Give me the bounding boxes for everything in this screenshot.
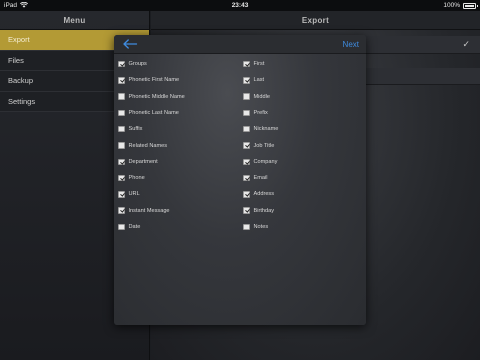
status-time: 23:43 xyxy=(231,2,249,9)
option-phone[interactable]: Phone xyxy=(118,172,145,184)
option-date[interactable]: Date xyxy=(118,221,140,233)
checkbox[interactable] xyxy=(243,158,250,166)
option-label: Date xyxy=(128,224,141,230)
checkbox[interactable] xyxy=(243,60,250,68)
option-label: Middle xyxy=(253,93,270,100)
option-phonetic-last-name[interactable]: Phonetic Last Name xyxy=(118,107,179,119)
battery-icon xyxy=(463,2,478,9)
option-company[interactable]: Company xyxy=(243,156,277,168)
option-notes[interactable]: Notes xyxy=(243,221,268,233)
option-label: Phonetic Last Name xyxy=(128,109,179,116)
option-last[interactable]: Last xyxy=(243,74,264,86)
option-middle[interactable]: Middle xyxy=(243,91,270,103)
sidebar-title: Menu xyxy=(0,11,149,30)
option-label: Last xyxy=(253,77,265,84)
option-address[interactable]: Address xyxy=(243,188,274,200)
option-phonetic-middle-name[interactable]: Phonetic Middle Name xyxy=(118,91,185,103)
option-department[interactable]: Department xyxy=(118,156,158,168)
option-suffix[interactable]: Suffix xyxy=(118,123,142,135)
option-related-names[interactable]: Related Names xyxy=(118,140,167,152)
dialog-toolbar: Next xyxy=(114,35,366,54)
status-bar: iPad 23:43 100% xyxy=(0,0,480,11)
checkbox[interactable] xyxy=(243,174,250,182)
option-phonetic-first-name[interactable]: Phonetic First Name xyxy=(118,74,179,86)
checkbox[interactable] xyxy=(243,142,250,149)
device-name: iPad xyxy=(4,2,18,9)
option-label: Phonetic First Name xyxy=(128,77,180,84)
option-label: Nickname xyxy=(253,126,279,133)
checkbox[interactable] xyxy=(118,109,125,117)
checkbox[interactable] xyxy=(243,191,250,198)
option-label: Notes xyxy=(253,224,269,230)
checkbox[interactable] xyxy=(243,223,250,231)
option-label: First xyxy=(253,61,265,67)
option-label: Phone xyxy=(128,175,145,182)
option-label: Address xyxy=(253,191,275,198)
option-label: Company xyxy=(253,158,278,165)
option-label: Instant Message xyxy=(128,207,170,214)
option-label: Related Names xyxy=(128,142,168,149)
option-job-title[interactable]: Job Title xyxy=(243,140,274,152)
checkbox[interactable] xyxy=(118,158,125,166)
option-birthday[interactable]: Birthday xyxy=(243,205,274,217)
option-prefix[interactable]: Prefix xyxy=(243,107,268,119)
status-right: 100% xyxy=(443,2,478,9)
checkbox[interactable] xyxy=(118,125,125,133)
option-url[interactable]: URL xyxy=(118,188,140,200)
option-label: Job Title xyxy=(253,142,275,149)
option-first[interactable]: First xyxy=(243,58,264,70)
option-instant-message[interactable]: Instant Message xyxy=(118,205,170,217)
checkbox[interactable] xyxy=(118,60,125,68)
checkbox[interactable] xyxy=(118,223,125,231)
option-label: Department xyxy=(128,158,158,165)
checkbox[interactable] xyxy=(118,191,125,198)
option-label: Email xyxy=(253,175,268,182)
option-label: Suffix xyxy=(128,126,143,133)
checkbox[interactable] xyxy=(243,77,250,84)
option-label: Groups xyxy=(128,61,147,67)
checkbox[interactable] xyxy=(118,174,125,182)
main-title: Export xyxy=(151,11,480,30)
field-selection-dialog: Next Groups Phonetic First Name Phonetic M… xyxy=(114,35,366,325)
option-label: Birthday xyxy=(253,207,275,214)
option-groups[interactable]: Groups xyxy=(118,58,147,70)
checkbox[interactable] xyxy=(118,93,125,100)
checkbox[interactable] xyxy=(243,109,250,117)
status-left: iPad xyxy=(4,1,29,10)
battery-percent: 100% xyxy=(443,2,460,9)
option-label: Phonetic Middle Name xyxy=(128,93,185,100)
checkbox[interactable] xyxy=(118,207,125,214)
checkbox[interactable] xyxy=(118,77,125,84)
checkbox[interactable] xyxy=(243,93,250,100)
back-arrow-icon[interactable] xyxy=(122,38,138,50)
checkbox[interactable] xyxy=(243,125,250,133)
next-button[interactable]: Next xyxy=(343,40,359,49)
wifi-icon xyxy=(19,1,29,10)
checkmark-icon: ✓ xyxy=(462,39,470,49)
option-label: Prefix xyxy=(253,109,268,116)
option-nickname[interactable]: Nickname xyxy=(243,123,278,135)
checkbox[interactable] xyxy=(243,207,250,214)
checkbox[interactable] xyxy=(118,142,125,149)
option-label: URL xyxy=(128,191,140,198)
option-email[interactable]: Email xyxy=(243,172,268,184)
